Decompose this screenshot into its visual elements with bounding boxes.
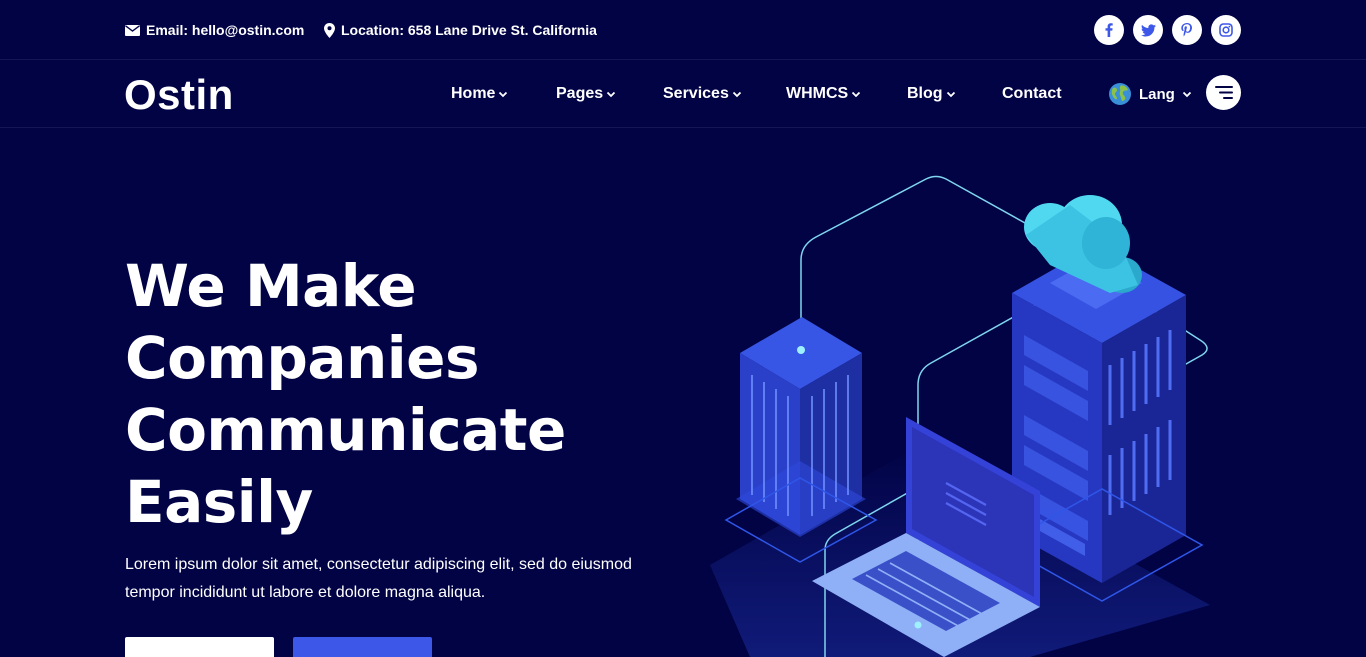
- hero-title-line: Communicate: [125, 396, 566, 464]
- chevron-down-icon: [499, 91, 508, 97]
- cloud-server-illustration: [710, 175, 1210, 657]
- location-contact: Location: 658 Lane Drive St. California: [324, 20, 597, 40]
- menu-toggle-button[interactable]: [1206, 75, 1241, 110]
- hero-title-line: We Make: [125, 252, 417, 320]
- chevron-down-icon: [607, 91, 616, 97]
- facebook-link[interactable]: [1094, 15, 1124, 45]
- nav-pages-label: Pages: [556, 85, 604, 102]
- nav-services[interactable]: Services: [663, 83, 742, 105]
- hero-title-line: Companies: [125, 324, 480, 392]
- mail-icon: [125, 24, 140, 36]
- hero-title-line: Easily: [125, 468, 313, 536]
- twitter-link[interactable]: [1133, 15, 1163, 45]
- top-bar: Email: hello@ostin.com Location: 658 Lan…: [0, 0, 1366, 60]
- nav-whmcs-label: WHMCS: [786, 85, 849, 102]
- primary-cta-button[interactable]: [125, 637, 274, 657]
- site-logo[interactable]: Ostin: [124, 71, 234, 119]
- nav-whmcs[interactable]: WHMCS: [786, 83, 861, 105]
- chevron-down-icon: [1182, 91, 1191, 97]
- main-navigation: Ostin Home Pages Services WHMCS Blog Con…: [0, 61, 1366, 128]
- nav-blog[interactable]: Blog: [907, 83, 956, 105]
- email-contact[interactable]: Email: hello@ostin.com: [125, 20, 304, 40]
- pinterest-link[interactable]: [1172, 15, 1202, 45]
- secondary-cta-button[interactable]: [293, 637, 432, 657]
- menu-lines-icon: [1214, 86, 1233, 99]
- chevron-down-icon: [732, 91, 741, 97]
- location-text: Location: 658 Lane Drive St. California: [341, 22, 597, 38]
- language-selector[interactable]: Lang: [1108, 81, 1192, 107]
- nav-services-label: Services: [663, 85, 729, 102]
- social-links: [1094, 15, 1241, 45]
- language-label: Lang: [1139, 85, 1175, 103]
- nav-pages[interactable]: Pages: [556, 83, 616, 105]
- globe-icon: [1109, 83, 1131, 105]
- pinterest-icon: [1181, 22, 1192, 36]
- twitter-icon: [1140, 23, 1156, 36]
- chevron-down-icon: [852, 91, 861, 97]
- map-pin-icon: [324, 22, 335, 38]
- chevron-down-icon: [946, 91, 955, 97]
- email-text: Email: hello@ostin.com: [146, 22, 305, 38]
- nav-contact[interactable]: Contact: [1002, 83, 1062, 105]
- nav-contact-label: Contact: [1002, 85, 1062, 102]
- hero-description: Lorem ipsum dolor sit amet, consectetur …: [125, 556, 632, 601]
- nav-home[interactable]: Home: [451, 83, 508, 105]
- instagram-icon: [1219, 23, 1233, 37]
- nav-blog-label: Blog: [907, 85, 943, 102]
- nav-home-label: Home: [451, 85, 496, 102]
- instagram-link[interactable]: [1211, 15, 1241, 45]
- facebook-icon: [1105, 23, 1113, 37]
- hero-title: We Make Companies Communicate Easily: [125, 250, 685, 538]
